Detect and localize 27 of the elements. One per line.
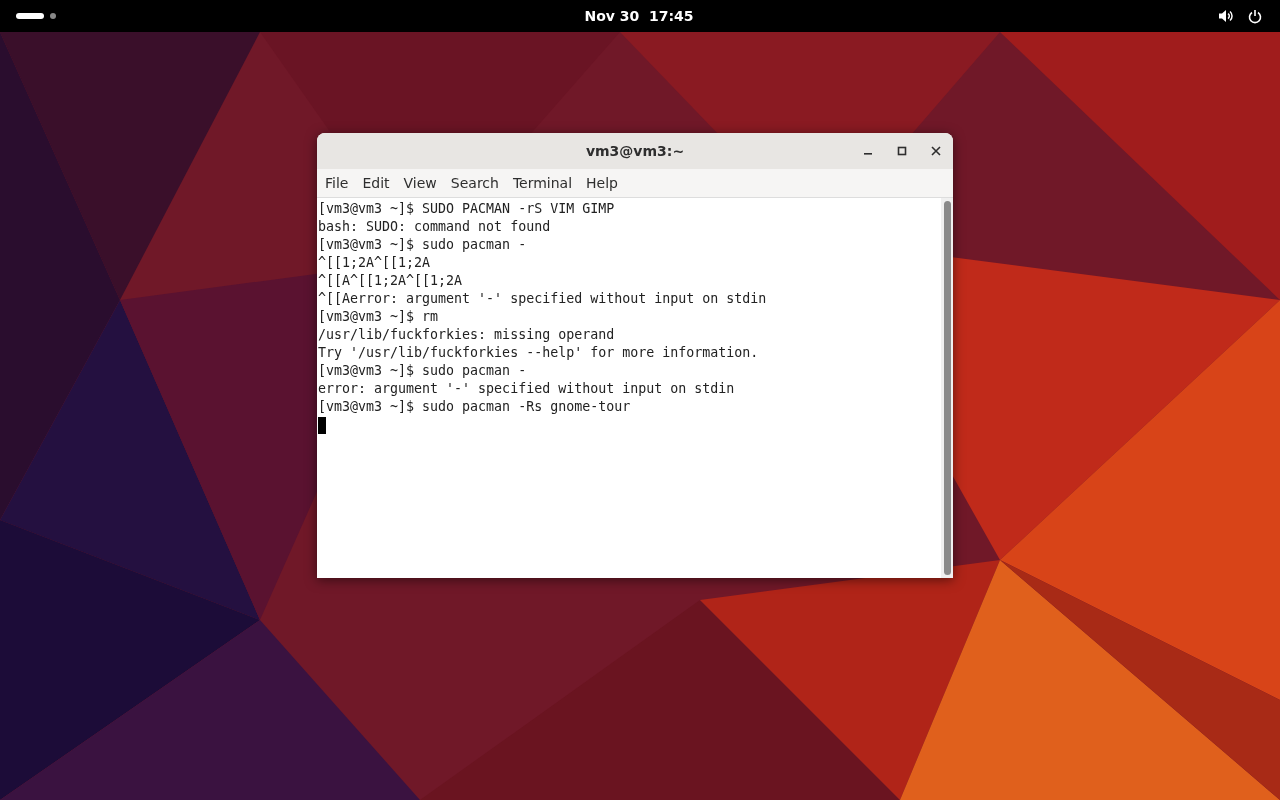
terminal-line: ^[[Aerror: argument '-' specified without input on stdin <box>318 290 768 308</box>
terminal-line: [vm3@vm3 ~]$ sudo pacman - <box>318 362 528 380</box>
text-cursor <box>318 417 326 434</box>
maximize-icon[interactable] <box>897 146 907 156</box>
terminal-line: [vm3@vm3 ~]$ SUDO PACMAN -rS VIM GIMP <box>318 200 616 218</box>
terminal-line: error: argument '-' specified without input on stdin <box>318 380 736 398</box>
terminal-line: [vm3@vm3 ~]$ rm <box>318 308 440 326</box>
terminal-line: [vm3@vm3 ~]$ sudo pacman -Rs gnome-tour <box>318 398 632 416</box>
menu-item[interactable]: View <box>397 175 443 191</box>
menu-item[interactable]: Search <box>444 175 505 191</box>
terminal-line: [vm3@vm3 ~]$ sudo pacman - <box>318 236 528 254</box>
window-title: vm3@vm3:~ <box>585 143 685 159</box>
menu-item[interactable]: Help <box>580 175 624 191</box>
workspace-indicator[interactable] <box>50 13 56 19</box>
terminal-line: /usr/lib/fuckforkies: missing operand <box>318 326 616 344</box>
menu-item[interactable]: File <box>319 175 355 191</box>
close-icon[interactable] <box>931 146 941 156</box>
terminal-line: bash: SUDO: command not found <box>318 218 552 236</box>
terminal-line: ^[[1;2A^[[1;2A <box>318 254 432 272</box>
workspace-indicator[interactable] <box>16 13 44 19</box>
terminal-line: Try '/usr/lib/fuckforkies --help' for more information. <box>318 344 760 362</box>
menu-item[interactable]: Terminal <box>506 175 579 191</box>
terminal-line: ^[[A^[[1;2A^[[1;2A <box>318 272 464 290</box>
menu-item[interactable]: Edit <box>356 175 396 191</box>
power-icon[interactable] <box>1248 8 1262 24</box>
clock[interactable]: Nov 30 17:45 <box>584 8 694 24</box>
volume-icon[interactable] <box>1218 9 1234 23</box>
